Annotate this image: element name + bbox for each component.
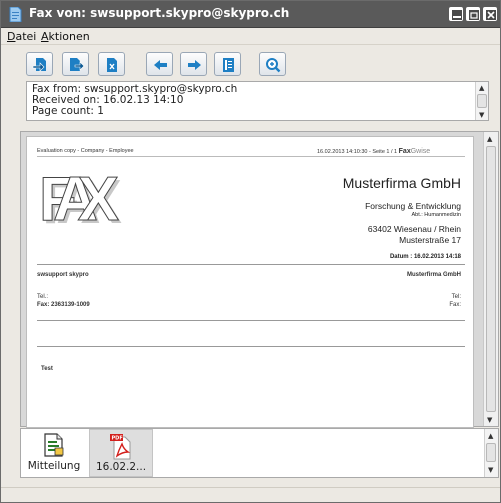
viewer-scroll-thumb[interactable]: [486, 146, 496, 412]
page-header-left: Evaluation copy - Company - Employee: [37, 148, 134, 154]
svg-text:PDF: PDF: [112, 436, 123, 442]
recipient-fax: Fax:: [449, 302, 461, 308]
attachment-label: 16.02.2...: [95, 461, 147, 473]
zoom-icon: [266, 58, 281, 73]
company-street: Musterstraße 17: [399, 235, 461, 245]
close-button[interactable]: [483, 7, 497, 21]
toolbar: [1, 45, 500, 78]
export-icon: [70, 58, 85, 71]
fax-message: Test: [41, 366, 53, 372]
window-title: Fax von: swsupport.skypro@skypro.ch: [29, 6, 290, 20]
scroll-up-icon[interactable]: ▲: [479, 84, 484, 92]
contact-divider: [37, 320, 465, 321]
document-icon: [223, 58, 234, 72]
zoom-button[interactable]: [259, 52, 286, 76]
info-scrollbar[interactable]: ▲ ▼: [475, 82, 488, 120]
close-icon: [486, 10, 496, 20]
attachment-label: Mitteilung: [27, 460, 81, 472]
menu-aktionen[interactable]: Aktionen: [41, 30, 90, 43]
pdf-export-button[interactable]: [98, 52, 125, 76]
company-department: Forschung & Entwicklung: [365, 201, 461, 211]
info-page-count: Page count: 1: [32, 105, 104, 117]
recipient-name: Musterfirma GmbH: [406, 272, 461, 278]
sender-tel: Tel.:: [37, 294, 49, 300]
attachment-mitteilung[interactable]: Mitteilung: [25, 429, 83, 477]
attachments-panel: Mitteilung PDF 16.02.2... ▲ ▼: [20, 428, 499, 478]
minimize-button[interactable]: [449, 7, 463, 21]
pdf-export-icon: [107, 58, 117, 72]
title-bar[interactable]: Fax von: swsupport.skypro@skypro.ch: [1, 1, 500, 28]
fax-date: Datum : 16.02.2013 14:18: [389, 254, 461, 260]
fax-page: Evaluation copy - Company - Employee 16.…: [26, 136, 474, 428]
maximize-icon: [469, 10, 479, 20]
fax-logo: FAX FAX: [39, 167, 122, 227]
header-divider: [37, 156, 465, 157]
export-button[interactable]: [62, 52, 89, 76]
company-subdepartment: Abt.: Humanmedizin: [411, 212, 461, 218]
company-city: 63402 Wiesenau / Rhein: [367, 224, 461, 234]
scroll-down-icon[interactable]: ▼: [479, 111, 484, 119]
fax-window: Fax von: swsupport.skypro@skypro.ch Date…: [0, 0, 501, 503]
scroll-down-icon[interactable]: ▼: [488, 466, 493, 474]
forward-icon: [32, 58, 46, 72]
attachments-scrollbar[interactable]: ▲ ▼: [484, 429, 498, 477]
previous-button[interactable]: [146, 52, 173, 76]
view-document-button[interactable]: [214, 52, 241, 76]
scroll-up-icon[interactable]: ▲: [487, 135, 492, 143]
page-header-right: 16.02.2013 14:10:30 - Seite 1 / 1 FaxGwi…: [317, 148, 431, 155]
forward-button[interactable]: [26, 52, 53, 76]
menu-bar: Datei Aktionen: [1, 28, 500, 45]
sender-fax: Fax: 2363139-1009: [37, 302, 90, 308]
sender-name: swsupport skypro: [37, 272, 89, 278]
attachment-pdf[interactable]: PDF 16.02.2...: [89, 429, 153, 477]
arrow-right-icon: [188, 60, 201, 70]
status-bar: [1, 487, 500, 502]
menu-datei[interactable]: Datei: [7, 30, 36, 43]
arrow-left-icon: [154, 60, 167, 70]
date-divider: [37, 264, 465, 265]
minimize-icon: [452, 10, 462, 20]
pdf-file-icon: PDF: [110, 434, 131, 460]
scroll-up-icon[interactable]: ▲: [488, 432, 493, 440]
maximize-button[interactable]: [466, 7, 480, 21]
memo-icon: [44, 433, 64, 457]
company-name: Musterfirma GmbH: [342, 175, 461, 191]
next-button[interactable]: [180, 52, 207, 76]
info-scroll-thumb[interactable]: [477, 94, 487, 108]
viewer-scrollbar[interactable]: ▲ ▼: [483, 132, 498, 426]
attachments-scroll-thumb[interactable]: [486, 443, 496, 462]
recipient-tel: Tel:: [451, 294, 461, 300]
fax-document-icon: [9, 7, 22, 22]
fax-logo-text: FAX: [39, 167, 119, 227]
fax-info-box[interactable]: Fax from: swsupport.skypro@skypro.ch Rec…: [26, 81, 489, 121]
scroll-down-icon[interactable]: ▼: [487, 416, 492, 424]
fax-viewer: Evaluation copy - Company - Employee 16.…: [20, 131, 499, 428]
body-divider: [37, 346, 465, 347]
